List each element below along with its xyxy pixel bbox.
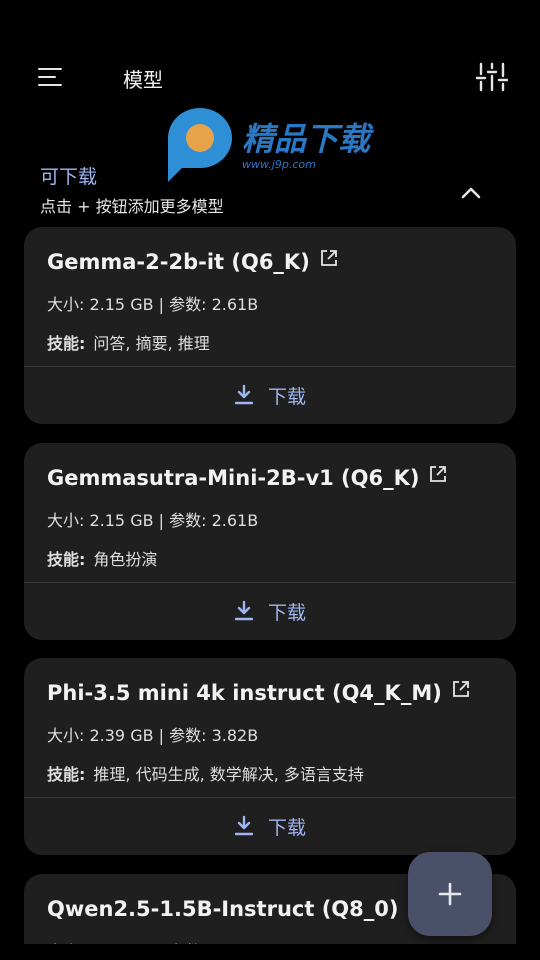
- model-skills: 技能: 推理, 代码生成, 数学解决, 多语言支持: [47, 761, 364, 785]
- download-label: 下载: [267, 385, 306, 408]
- download-label: 下载: [267, 816, 306, 839]
- open-external-icon[interactable]: [452, 680, 470, 698]
- model-name[interactable]: Qwen2.5-1.5B-Instruct (Q8_0): [47, 896, 426, 921]
- download-label: 下载: [267, 601, 306, 624]
- model-skills: 技能: 问答, 摘要, 推理: [47, 330, 210, 354]
- model-meta: 大小: 2.15 GB | 参数: 2.61B: [47, 511, 259, 530]
- tune-icon[interactable]: [476, 62, 508, 92]
- model-meta: 大小: 2.15 GB | 参数: 2.61B: [47, 295, 259, 314]
- add-model-button[interactable]: [408, 852, 492, 936]
- model-name[interactable]: Gemma-2-2b-it (Q6_K): [47, 249, 338, 274]
- section-subtitle: 点击 + 按钮添加更多模型: [40, 197, 224, 216]
- skills-value: 角色扮演: [93, 550, 158, 569]
- model-meta: 大小: 2.39 GB | 参数: 3.82B: [47, 726, 259, 745]
- download-icon: [234, 600, 254, 621]
- model-card: Gemmasutra-Mini-2B-v1 (Q6_K) 大小: 2.15 GB…: [24, 443, 516, 640]
- model-name[interactable]: Gemmasutra-Mini-2B-v1 (Q6_K): [47, 465, 447, 490]
- skills-label: 技能:: [47, 765, 86, 784]
- menu-icon[interactable]: [38, 68, 62, 88]
- page-title: 模型: [123, 68, 163, 92]
- open-external-icon[interactable]: [320, 249, 338, 267]
- available-section-header: 可下载 点击 + 按钮添加更多模型: [40, 162, 510, 217]
- download-button[interactable]: 下载: [24, 583, 516, 639]
- bottom-edge: [0, 944, 540, 960]
- section-title: 可下载: [40, 166, 98, 188]
- download-button[interactable]: 下载: [24, 798, 516, 854]
- model-card: Gemma-2-2b-it (Q6_K) 大小: 2.15 GB | 参数: 2…: [24, 227, 516, 424]
- chevron-up-icon[interactable]: [459, 185, 483, 201]
- download-button[interactable]: 下载: [24, 367, 516, 423]
- open-external-icon[interactable]: [429, 465, 447, 483]
- skills-label: 技能:: [47, 550, 86, 569]
- download-icon: [234, 815, 254, 836]
- skills-label: 技能:: [47, 334, 86, 353]
- model-skills: 技能: 角色扮演: [47, 546, 157, 570]
- skills-value: 推理, 代码生成, 数学解决, 多语言支持: [93, 765, 364, 784]
- plus-icon: [438, 882, 462, 906]
- watermark-brand: 精品下载: [242, 120, 375, 158]
- model-card: Phi-3.5 mini 4k instruct (Q4_K_M) 大小: 2.…: [24, 658, 516, 855]
- download-icon: [234, 384, 254, 405]
- skills-value: 问答, 摘要, 推理: [93, 334, 210, 353]
- model-name[interactable]: Phi-3.5 mini 4k instruct (Q4_K_M): [47, 680, 470, 705]
